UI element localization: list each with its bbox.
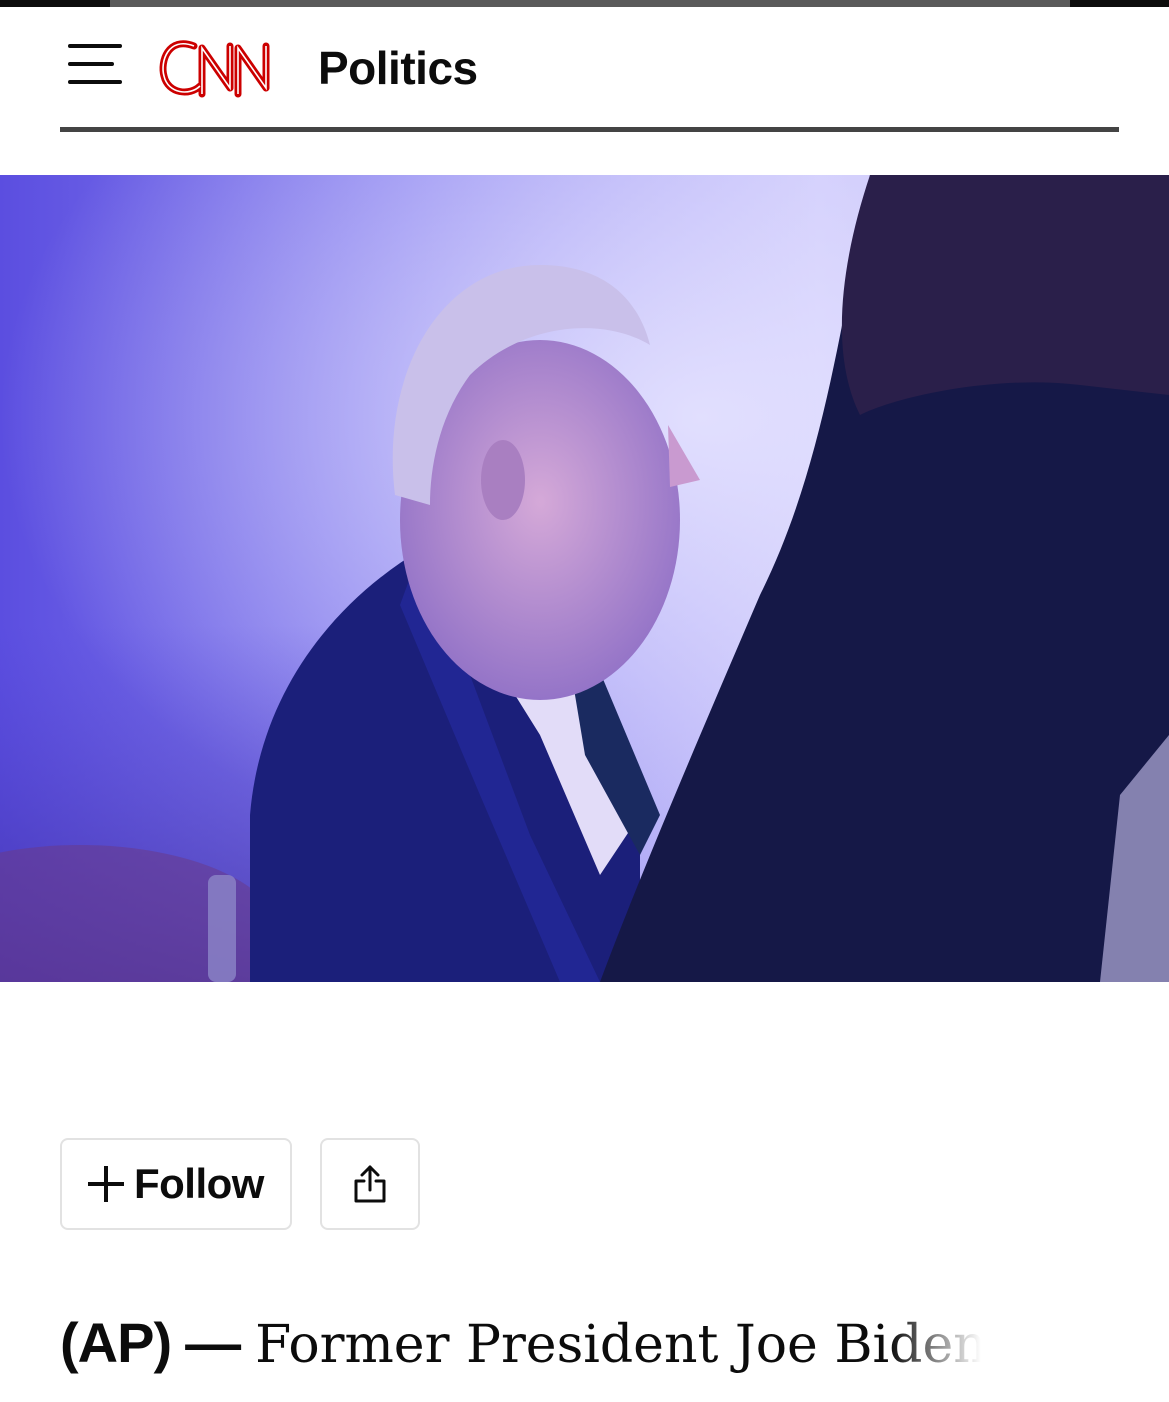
dateline: (AP) — [60, 1311, 172, 1374]
share-button[interactable] — [320, 1138, 420, 1230]
section-title[interactable]: Politics — [318, 38, 478, 98]
reading-progress — [110, 0, 1070, 7]
share-icon — [354, 1165, 386, 1203]
text-fade-overlay — [890, 1318, 1150, 1378]
plus-icon — [88, 1166, 124, 1202]
follow-label: Follow — [134, 1160, 264, 1207]
hero-image — [0, 175, 1169, 982]
header-divider — [60, 127, 1119, 132]
lede-text: Former President Joe Biden — [255, 1315, 987, 1375]
hamburger-menu-icon[interactable] — [68, 42, 124, 86]
hero-photo[interactable] — [0, 175, 1169, 982]
cnn-logo[interactable] — [156, 32, 296, 102]
top-progress-bar — [0, 0, 1169, 7]
follow-button[interactable]: Follow — [60, 1138, 292, 1230]
site-header: Politics — [60, 28, 1119, 106]
dateline-separator: — — [185, 1311, 242, 1374]
cnn-logo-icon — [159, 40, 270, 98]
